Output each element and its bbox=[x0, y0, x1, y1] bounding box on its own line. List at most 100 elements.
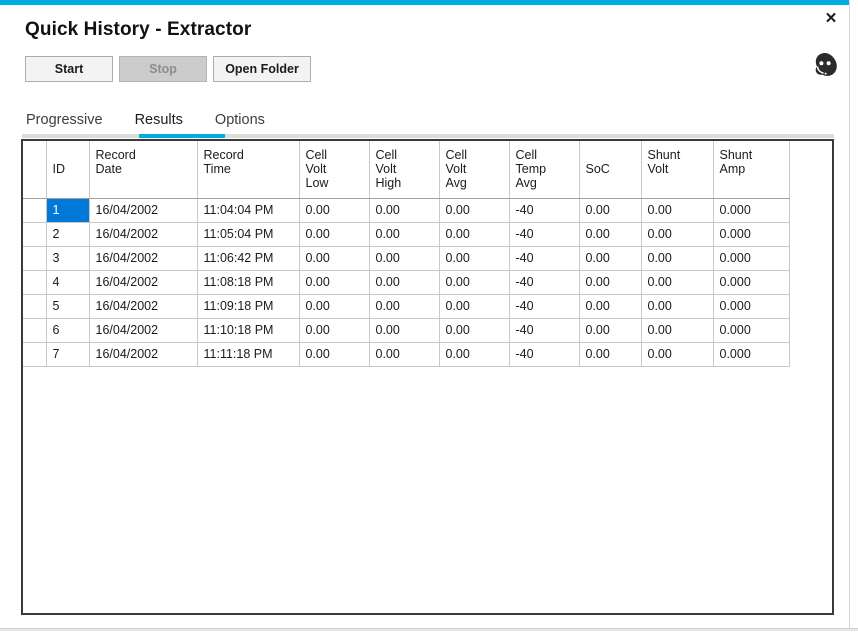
table-row[interactable]: 5 16/04/2002 11:09:18 PM 0.00 0.00 0.00 -40 0.0… bbox=[23, 294, 790, 319]
tab-options[interactable]: Options bbox=[211, 112, 269, 128]
cell-cvl[interactable]: 0.00 bbox=[299, 222, 370, 247]
stop-button[interactable]: Stop bbox=[119, 56, 207, 82]
cell-time[interactable]: 11:09:18 PM bbox=[197, 294, 300, 319]
cell-cta[interactable]: -40 bbox=[509, 270, 580, 295]
cell-cta[interactable]: -40 bbox=[509, 222, 580, 247]
cell-date[interactable]: 16/04/2002 bbox=[89, 270, 198, 295]
cell-id[interactable]: 6 bbox=[46, 318, 90, 343]
table-row[interactable]: 1 16/04/2002 11:04:04 PM 0.00 0.00 0.00 -40 0.0… bbox=[23, 198, 790, 223]
cell-sv[interactable]: 0.00 bbox=[641, 270, 714, 295]
cell-cva[interactable]: 0.00 bbox=[439, 294, 510, 319]
cell-soc[interactable]: 0.00 bbox=[579, 342, 642, 367]
cell-cvh[interactable]: 0.00 bbox=[369, 246, 440, 271]
cell-time[interactable]: 11:05:04 PM bbox=[197, 222, 300, 247]
cell-cta[interactable]: -40 bbox=[509, 294, 580, 319]
cell-cta[interactable]: -40 bbox=[509, 246, 580, 271]
cell-id[interactable]: 3 bbox=[46, 246, 90, 271]
cell-date[interactable]: 16/04/2002 bbox=[89, 294, 198, 319]
cell-sa[interactable]: 0.000 bbox=[713, 246, 790, 271]
cell-time[interactable]: 11:06:42 PM bbox=[197, 246, 300, 271]
cell-sa[interactable]: 0.000 bbox=[713, 342, 790, 367]
row-selector-cell[interactable] bbox=[23, 222, 47, 247]
row-selector-cell[interactable] bbox=[23, 342, 47, 367]
cell-time[interactable]: 11:08:18 PM bbox=[197, 270, 300, 295]
cell-sv[interactable]: 0.00 bbox=[641, 318, 714, 343]
cell-soc[interactable]: 0.00 bbox=[579, 318, 642, 343]
cell-cvh[interactable]: 0.00 bbox=[369, 198, 440, 223]
table-row[interactable]: 7 16/04/2002 11:11:18 PM 0.00 0.00 0.00 -40 0.0… bbox=[23, 342, 790, 367]
start-button[interactable]: Start bbox=[25, 56, 113, 82]
cell-cvl[interactable]: 0.00 bbox=[299, 342, 370, 367]
cell-cva[interactable]: 0.00 bbox=[439, 222, 510, 247]
cell-soc[interactable]: 0.00 bbox=[579, 222, 642, 247]
cell-sa[interactable]: 0.000 bbox=[713, 198, 790, 223]
column-header-cell-volt-low[interactable]: Cell Volt Low bbox=[299, 141, 370, 199]
cell-cvh[interactable]: 0.00 bbox=[369, 222, 440, 247]
cell-cvh[interactable]: 0.00 bbox=[369, 270, 440, 295]
table-row[interactable]: 3 16/04/2002 11:06:42 PM 0.00 0.00 0.00 -40 0.0… bbox=[23, 246, 790, 271]
column-header-record-date[interactable]: Record Date bbox=[89, 141, 198, 199]
cell-date[interactable]: 16/04/2002 bbox=[89, 246, 198, 271]
cell-cvl[interactable]: 0.00 bbox=[299, 246, 370, 271]
cell-cta[interactable]: -40 bbox=[509, 318, 580, 343]
cell-cva[interactable]: 0.00 bbox=[439, 270, 510, 295]
table-row[interactable]: 6 16/04/2002 11:10:18 PM 0.00 0.00 0.00 -40 0.0… bbox=[23, 318, 790, 343]
cell-cva[interactable]: 0.00 bbox=[439, 318, 510, 343]
cell-sv[interactable]: 0.00 bbox=[641, 222, 714, 247]
column-header-shunt-volt[interactable]: Shunt Volt bbox=[641, 141, 714, 199]
cell-soc[interactable]: 0.00 bbox=[579, 198, 642, 223]
cell-soc[interactable]: 0.00 bbox=[579, 246, 642, 271]
cell-cvh[interactable]: 0.00 bbox=[369, 318, 440, 343]
cell-sa[interactable]: 0.000 bbox=[713, 222, 790, 247]
column-header-shunt-amp[interactable]: Shunt Amp bbox=[713, 141, 790, 199]
tab-results[interactable]: Results bbox=[131, 112, 187, 128]
cell-cvl[interactable]: 0.00 bbox=[299, 198, 370, 223]
column-header-cell-volt-high[interactable]: Cell Volt High bbox=[369, 141, 440, 199]
tab-progressive[interactable]: Progressive bbox=[22, 112, 107, 128]
column-header-soc[interactable]: SoC bbox=[579, 141, 642, 199]
cell-cvl[interactable]: 0.00 bbox=[299, 294, 370, 319]
cell-id[interactable]: 7 bbox=[46, 342, 90, 367]
cell-id[interactable]: 4 bbox=[46, 270, 90, 295]
column-header-id[interactable]: ID bbox=[46, 141, 90, 199]
row-selector-cell[interactable] bbox=[23, 294, 47, 319]
cell-time[interactable]: 11:04:04 PM bbox=[197, 198, 300, 223]
cell-sv[interactable]: 0.00 bbox=[641, 342, 714, 367]
cell-cva[interactable]: 0.00 bbox=[439, 246, 510, 271]
cell-date[interactable]: 16/04/2002 bbox=[89, 222, 198, 247]
cell-id[interactable]: 5 bbox=[46, 294, 90, 319]
cell-cvl[interactable]: 0.00 bbox=[299, 270, 370, 295]
cell-time[interactable]: 11:11:18 PM bbox=[197, 342, 300, 367]
row-selector-cell[interactable] bbox=[23, 270, 47, 295]
cell-sa[interactable]: 0.000 bbox=[713, 270, 790, 295]
cell-date[interactable]: 16/04/2002 bbox=[89, 198, 198, 223]
cell-date[interactable]: 16/04/2002 bbox=[89, 342, 198, 367]
row-selector-cell[interactable] bbox=[23, 198, 47, 223]
column-header-record-time[interactable]: Record Time bbox=[197, 141, 300, 199]
cell-sv[interactable]: 0.00 bbox=[641, 198, 714, 223]
column-header-cell-temp-avg[interactable]: Cell Temp Avg bbox=[509, 141, 580, 199]
cell-sv[interactable]: 0.00 bbox=[641, 294, 714, 319]
results-data-grid[interactable]: ID Record Date Record Time Cell Volt Low… bbox=[23, 141, 790, 367]
cell-cvh[interactable]: 0.00 bbox=[369, 294, 440, 319]
cell-time[interactable]: 11:10:18 PM bbox=[197, 318, 300, 343]
cell-cva[interactable]: 0.00 bbox=[439, 198, 510, 223]
column-header-cell-volt-avg[interactable]: Cell Volt Avg bbox=[439, 141, 510, 199]
cell-sv[interactable]: 0.00 bbox=[641, 246, 714, 271]
cell-id[interactable]: 2 bbox=[46, 222, 90, 247]
open-folder-button[interactable]: Open Folder bbox=[213, 56, 311, 82]
close-icon[interactable]: ✕ bbox=[818, 6, 844, 30]
cell-sa[interactable]: 0.000 bbox=[713, 318, 790, 343]
table-row[interactable]: 4 16/04/2002 11:08:18 PM 0.00 0.00 0.00 -40 0.0… bbox=[23, 270, 790, 295]
cell-sa[interactable]: 0.000 bbox=[713, 294, 790, 319]
cell-soc[interactable]: 0.00 bbox=[579, 270, 642, 295]
headset-support-icon[interactable] bbox=[808, 48, 842, 82]
row-selector-cell[interactable] bbox=[23, 318, 47, 343]
cell-cta[interactable]: -40 bbox=[509, 198, 580, 223]
cell-date[interactable]: 16/04/2002 bbox=[89, 318, 198, 343]
cell-id[interactable]: 1 bbox=[46, 198, 90, 223]
row-selector-cell[interactable] bbox=[23, 246, 47, 271]
cell-cva[interactable]: 0.00 bbox=[439, 342, 510, 367]
cell-cta[interactable]: -40 bbox=[509, 342, 580, 367]
table-row[interactable]: 2 16/04/2002 11:05:04 PM 0.00 0.00 0.00 -40 0.0… bbox=[23, 222, 790, 247]
